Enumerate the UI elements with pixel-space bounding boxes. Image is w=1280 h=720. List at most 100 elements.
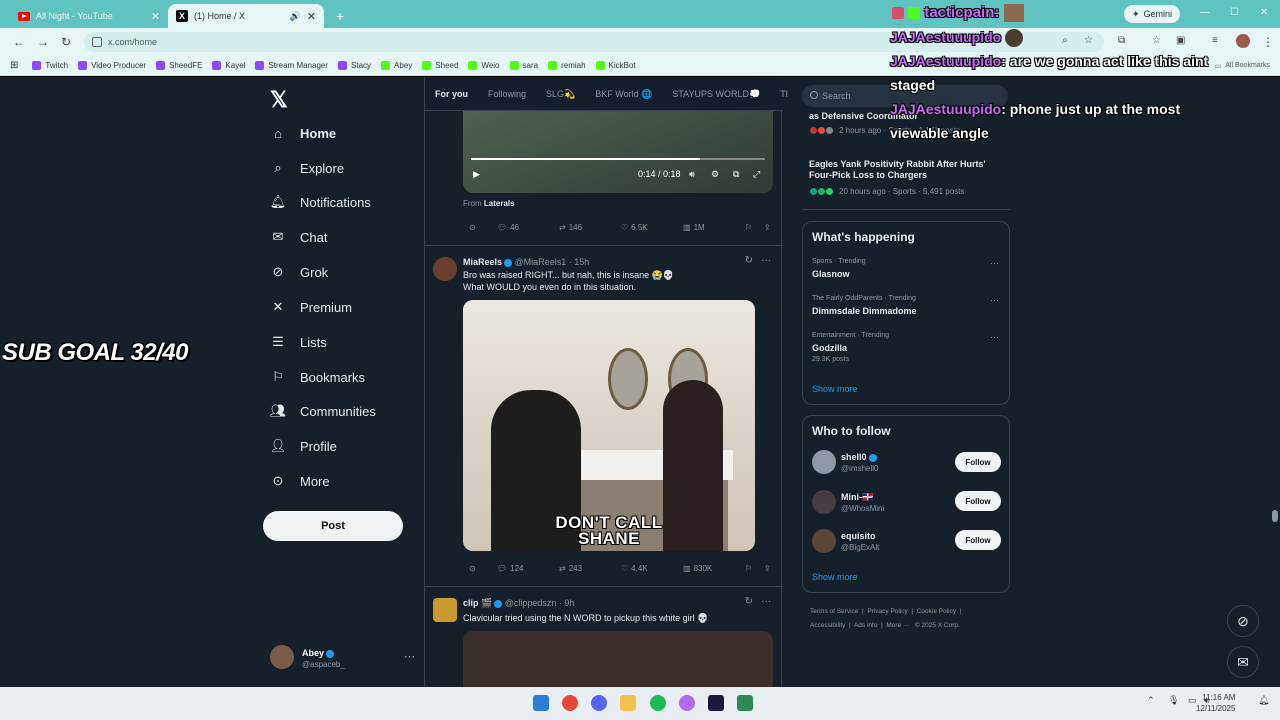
messages-float-icon[interactable]: ✉ <box>1227 646 1259 678</box>
footer-link[interactable]: Ads info <box>854 622 878 629</box>
back-icon[interactable]: ← <box>13 35 25 49</box>
profile-avatar[interactable] <box>1236 34 1250 48</box>
menu-lines-icon[interactable]: ≡ <box>1212 35 1218 46</box>
windows-start-icon[interactable] <box>533 695 549 711</box>
scroll-thumb[interactable] <box>1272 510 1278 522</box>
trend-name[interactable]: Godzilla <box>812 343 847 353</box>
share-icon[interactable]: ⇪ <box>764 223 771 232</box>
bookmark-item[interactable]: Abey <box>381 61 412 70</box>
kebab-menu-icon[interactable]: ⋮ <box>1262 35 1274 49</box>
avatar[interactable] <box>433 598 457 622</box>
from-source-link[interactable]: Laterals <box>484 199 515 208</box>
avatar[interactable] <box>433 257 457 281</box>
gemini-button[interactable]: ✦ Gemini <box>1124 5 1181 23</box>
maximize-icon[interactable]: ☐ <box>1230 7 1239 18</box>
apps-icon[interactable]: ⊞ <box>10 60 18 71</box>
footer-link[interactable]: More ··· <box>886 622 909 629</box>
site-info-icon[interactable] <box>92 37 102 47</box>
x-logo-icon[interactable]: 𝕏 <box>270 87 288 113</box>
bookmark-item[interactable]: Stream Manager <box>255 61 328 70</box>
avatar[interactable] <box>812 529 836 553</box>
more-dots-icon[interactable]: ··· <box>761 255 771 266</box>
tab-youtube[interactable]: All Night - YouTube ✕ <box>10 4 168 28</box>
all-bookmarks-link[interactable]: ▭ All Bookmarks <box>1215 62 1270 70</box>
show-more-link[interactable]: Show more <box>812 384 858 394</box>
author-name[interactable]: clip 🎬 <box>463 598 492 608</box>
grok-float-icon[interactable]: ⊘ <box>1227 605 1259 637</box>
post-video[interactable]: DON'T CALL SHANE <box>463 300 755 551</box>
more-dots-icon[interactable]: ··· <box>761 596 771 607</box>
tab-for-you[interactable]: For you <box>425 77 478 110</box>
zoom-icon[interactable]: ⌕ <box>1062 35 1068 46</box>
tab-more[interactable]: Tl <box>770 77 798 110</box>
follow-button[interactable]: Follow <box>955 491 1001 511</box>
scrollbar[interactable] <box>1272 80 1278 685</box>
new-tab-button[interactable]: + <box>328 4 352 28</box>
footer-link[interactable]: Cookie Policy <box>917 608 956 615</box>
premiere-pro-icon[interactable] <box>708 695 724 711</box>
author-name[interactable]: MiaReels <box>463 257 502 267</box>
nav-bookmarks[interactable]: ⚐ Bookmarks <box>270 363 365 391</box>
tab-stayups-world[interactable]: STAYUPS WORLD💭 <box>662 77 770 110</box>
bookmark-item[interactable]: remiah <box>548 61 586 70</box>
file-explorer-icon[interactable] <box>620 695 636 711</box>
more-dots-icon[interactable]: ··· <box>404 651 415 663</box>
system-clock[interactable]: 11:16 AM 12/11/2025 <box>1196 692 1235 714</box>
nav-grok[interactable]: ⊘ Grok <box>270 258 329 286</box>
minimize-icon[interactable]: — <box>1200 7 1210 18</box>
avatar[interactable] <box>812 490 836 514</box>
nav-explore[interactable]: ⌕ Explore <box>270 154 344 182</box>
bookmark-item[interactable]: KickBot <box>595 61 636 70</box>
repost-button[interactable]: ⇄ 146 <box>559 223 582 232</box>
footer-link[interactable]: Privacy Policy <box>867 608 907 615</box>
show-more-link[interactable]: Show more <box>812 572 858 582</box>
account-switcher[interactable]: Abey @aspaceb_ ··· <box>270 645 415 675</box>
close-window-icon[interactable]: ✕ <box>1260 7 1268 18</box>
like-button[interactable]: ♡ 4.4K <box>621 564 648 573</box>
bookmarks-icon[interactable]: ☆ <box>1152 35 1161 46</box>
bookmark-item[interactable]: Weio <box>468 61 500 70</box>
bookmark-item[interactable]: Twitch <box>32 61 68 70</box>
discord-icon[interactable] <box>591 695 607 711</box>
bookmark-item[interactable]: Kayel <box>212 61 245 70</box>
nav-premium[interactable]: ✕ Premium <box>270 293 352 321</box>
follow-button[interactable]: Follow <box>955 530 1001 550</box>
more-dots-icon[interactable]: ··· <box>990 295 999 305</box>
reload-icon[interactable]: ↻ <box>61 35 71 49</box>
reply-button[interactable]: 💬︎ 46 <box>497 223 519 232</box>
footer-link[interactable]: Accessibility <box>810 622 845 629</box>
spotify-icon[interactable] <box>650 695 666 711</box>
news-headline[interactable]: Eagles Yank Positivity Rabbit After Hurt… <box>809 159 999 181</box>
views-button[interactable]: ▥ 1M <box>683 223 705 232</box>
trend-name[interactable]: Dimmsdale Dimmadome <box>812 306 917 316</box>
tab-following[interactable]: Following <box>478 77 536 110</box>
grok-icon[interactable]: ↻ <box>745 255 753 266</box>
chrome-icon[interactable] <box>562 695 578 711</box>
play-icon[interactable]: ▶ <box>473 169 480 180</box>
star-icon[interactable]: ☆ <box>1084 35 1093 46</box>
speaker-icon[interactable]: 🔊 <box>290 11 301 22</box>
volume-icon[interactable]: 🔊︎ <box>689 169 695 180</box>
copilot-icon[interactable] <box>679 695 695 711</box>
views-button[interactable]: ▥ 830K <box>683 564 712 573</box>
chevron-up-icon[interactable]: ⌃ <box>1147 695 1155 706</box>
tab-x-home[interactable]: X (1) Home / X 🔊 ✕ <box>168 4 324 28</box>
pip-icon[interactable]: ⧉ <box>733 169 739 180</box>
bookmark-item[interactable]: Stacy <box>338 61 371 70</box>
repost-button[interactable]: ⇄ 243 <box>559 564 582 573</box>
grok-icon[interactable]: ↻ <box>745 596 753 607</box>
settings-icon[interactable]: ⚙ <box>711 169 719 180</box>
mic-icon[interactable]: 🎙︎ <box>1168 695 1179 706</box>
tab-bkf-world[interactable]: BKF World 🌐 <box>585 77 662 110</box>
like-button[interactable]: ♡ 6.5K <box>621 223 648 232</box>
follow-button[interactable]: Follow <box>955 452 1001 472</box>
trend-name[interactable]: Glasnow <box>812 269 850 279</box>
app-icon[interactable] <box>737 695 753 711</box>
footer-link[interactable]: Terms of Service <box>810 608 858 615</box>
nav-more[interactable]: ⊙ More <box>270 467 330 495</box>
split-view-icon[interactable]: ▣ <box>1176 35 1185 46</box>
bookmark-item[interactable]: Sheed <box>422 61 458 70</box>
reply-button[interactable]: 💬︎ 124 <box>497 564 524 573</box>
account-name[interactable]: Mini-🇩🇴 <box>841 492 873 503</box>
more-dots-icon[interactable]: ··· <box>990 332 999 342</box>
